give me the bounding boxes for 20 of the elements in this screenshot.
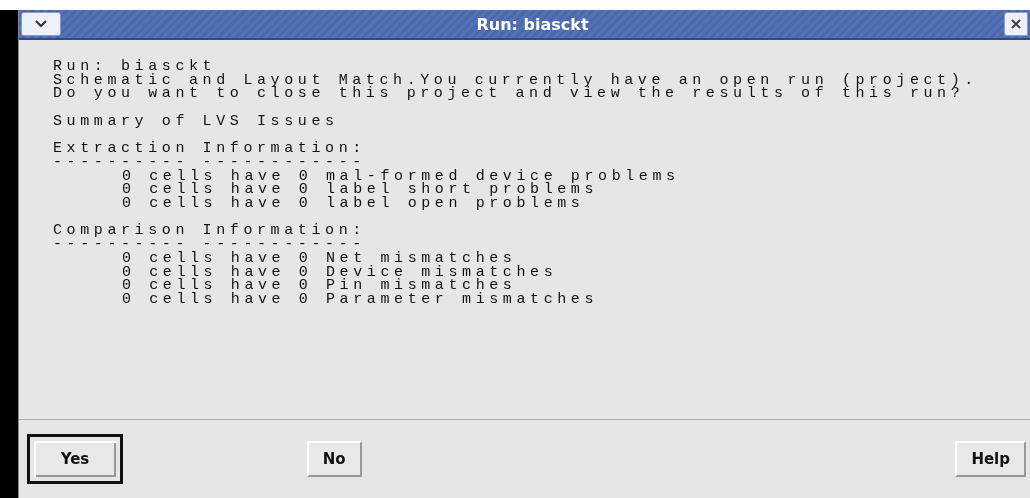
dashed-rule: ---------- ------------ xyxy=(53,155,366,170)
chevron-down-icon xyxy=(35,20,47,28)
close-icon xyxy=(1011,19,1021,29)
message-line: Do you want to close this project and view the results of this run? xyxy=(53,87,965,102)
issue-line: 0 cells have 0 Pin mismatches xyxy=(122,279,517,293)
message-line: Run: biasckt xyxy=(53,60,217,74)
dashed-rule: ---------- ------------ xyxy=(53,238,366,252)
section-heading: Extraction Information: xyxy=(53,142,366,156)
issue-line: 0 cells have 0 label short problems xyxy=(122,183,599,197)
issue-line: 0 cells have 0 Parameter mismatches xyxy=(122,292,599,307)
dialog-button[interactable]: Yes xyxy=(27,434,123,484)
window-menu-button[interactable] xyxy=(21,12,61,36)
dialog-button[interactable]: No xyxy=(306,441,362,477)
issue-line: 0 cells have 0 label open problems xyxy=(122,197,585,211)
window-title: Run: biasckt xyxy=(476,14,589,34)
close-button[interactable] xyxy=(1004,12,1028,36)
section-heading: Comparison Information: xyxy=(53,224,366,239)
summary-heading: Summary of LVS Issues xyxy=(53,114,339,129)
issue-line: 0 cells have 0 Net mismatches xyxy=(122,251,517,266)
dialog-button[interactable]: Help xyxy=(955,441,1026,477)
